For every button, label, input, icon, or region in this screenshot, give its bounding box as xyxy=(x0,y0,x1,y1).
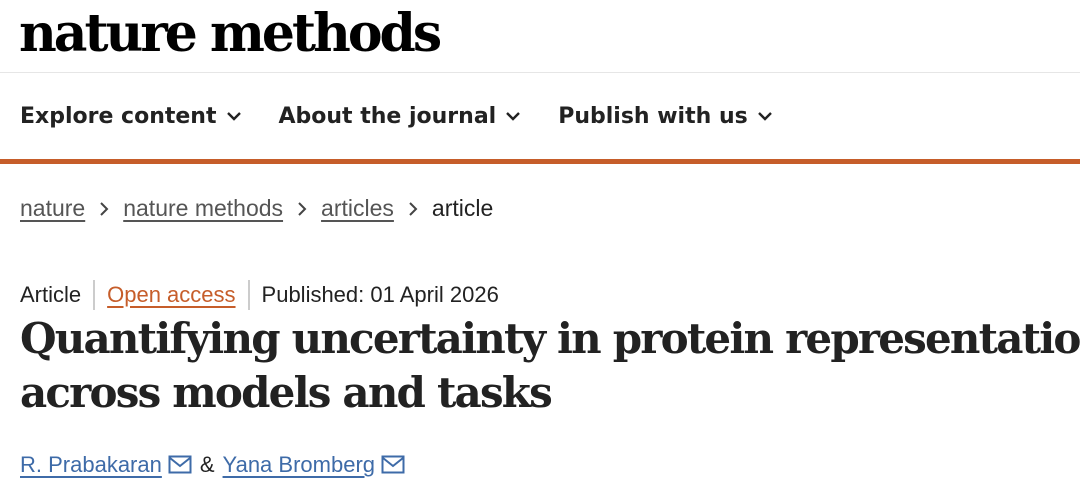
chevron-right-icon xyxy=(297,201,307,216)
nav-label: About the journal xyxy=(278,103,497,129)
chevron-right-icon xyxy=(99,201,109,216)
meta-divider xyxy=(93,280,96,310)
nav-label: Explore content xyxy=(20,103,217,129)
meta-divider xyxy=(247,280,250,310)
chevron-down-icon xyxy=(506,111,521,121)
nav-publish-with-us[interactable]: Publish with us xyxy=(558,104,772,129)
open-access-link[interactable]: Open access xyxy=(107,282,235,308)
masthead: nature methods xyxy=(0,0,1080,73)
mail-icon[interactable] xyxy=(381,455,405,475)
published-date: Published: 01 April 2026 xyxy=(261,282,499,307)
chevron-down-icon xyxy=(226,111,241,121)
chevron-down-icon xyxy=(757,111,772,121)
breadcrumb: nature nature methods articles article xyxy=(20,195,493,222)
nav-explore-content[interactable]: Explore content xyxy=(20,104,241,129)
article-title: Quantifying uncertainty in protein repre… xyxy=(20,312,1080,420)
nav-about-the-journal[interactable]: About the journal xyxy=(279,104,521,129)
article-title-line-1: Quantifying uncertainty in protein repre… xyxy=(20,314,1080,363)
author-link[interactable]: Yana Bromberg xyxy=(223,452,375,478)
breadcrumb-current: article xyxy=(431,195,494,221)
author-separator: & xyxy=(199,452,215,477)
main-nav: Explore content About the journal Publis… xyxy=(0,73,1080,164)
article-meta: Article Open access Published: 01 April … xyxy=(20,280,499,310)
nav-label: Publish with us xyxy=(558,103,748,129)
breadcrumb-link-nature-methods[interactable]: nature methods xyxy=(123,195,283,222)
breadcrumb-link-nature[interactable]: nature xyxy=(20,195,85,222)
article-title-line-2: across models and tasks xyxy=(20,368,553,417)
author-list: R. Prabakaran & Yana Bromberg xyxy=(20,452,405,478)
journal-logo[interactable]: nature methods xyxy=(19,2,442,66)
breadcrumb-link-articles[interactable]: articles xyxy=(321,195,394,222)
author-link[interactable]: R. Prabakaran xyxy=(20,452,162,478)
mail-icon[interactable] xyxy=(168,455,192,475)
article-type: Article xyxy=(20,282,82,307)
chevron-right-icon xyxy=(408,201,418,216)
